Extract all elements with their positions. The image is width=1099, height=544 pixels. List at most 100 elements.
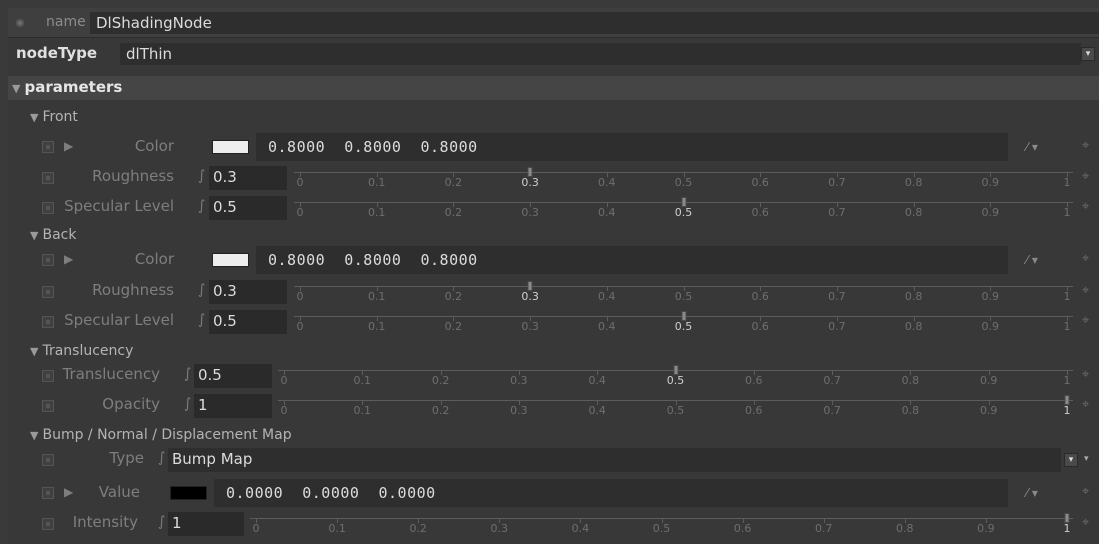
expand-icon[interactable]: ▶	[64, 485, 73, 499]
pin-icon[interactable]: ⌖	[1082, 138, 1089, 153]
name-field[interactable]: DlShadingNode	[90, 12, 1099, 34]
pin-icon[interactable]: ⌖	[1082, 397, 1089, 412]
front-specular-slider[interactable]: 0 0.1 0.2 0.3 0.4 0.5 0.6 0.7 0.8 0.9 1	[294, 197, 1073, 220]
expression-icon[interactable]: ∫	[184, 366, 191, 382]
pin-icon[interactable]: ⌖	[1082, 515, 1089, 530]
color-picker-icon[interactable]: ⁄ ▾	[1026, 486, 1038, 500]
front-specular-checkbox[interactable]	[42, 202, 54, 214]
slider-tick-label: 0.5	[652, 522, 671, 535]
back-roughness-field[interactable]: 0.3	[209, 280, 287, 304]
chevron-down-icon[interactable]: ▾	[1084, 454, 1089, 464]
bump-value-swatch[interactable]	[170, 486, 207, 500]
opacity-row: Opacity ∫ 1 0 0.1 0.2 0.3 0.4 0.5 0.6 0.7 0.8 0.9…	[8, 392, 1099, 420]
front-color-swatch[interactable]	[212, 140, 249, 154]
expand-icon[interactable]: ▶	[64, 139, 73, 153]
translucency-checkbox[interactable]	[42, 370, 54, 382]
expression-icon[interactable]: ∫	[184, 396, 191, 412]
nodetype-row: nodeType dlThin ▾	[8, 40, 1099, 68]
slider-tick-label: 0.1	[353, 404, 372, 417]
slider-handle[interactable]	[527, 167, 533, 177]
back-roughness-checkbox[interactable]	[42, 286, 54, 298]
slider-handle[interactable]	[1064, 513, 1070, 523]
front-roughness-field[interactable]: 0.3	[209, 166, 287, 190]
bump-value-checkbox[interactable]	[42, 487, 54, 499]
slider-tick-label: 0.7	[823, 374, 841, 387]
front-roughness-label: Roughness	[92, 167, 174, 185]
nodetype-field[interactable]: dlThin	[120, 43, 1081, 65]
bump-type-select[interactable]: Bump Map	[168, 448, 1061, 472]
slider-tick-label: 0.9	[981, 176, 1000, 189]
section-back[interactable]: ▼ Back	[8, 226, 1099, 246]
slider-tick-label: 0.9	[979, 374, 998, 387]
front-roughness-checkbox[interactable]	[42, 172, 54, 184]
slider-tick-label: 0.2	[444, 320, 463, 333]
slider-tick-label: 0.5	[666, 374, 685, 387]
section-translucency[interactable]: ▼ Translucency	[8, 342, 1099, 362]
slider-handle[interactable]	[681, 311, 686, 321]
bump-intensity-slider[interactable]: 0 0.1 0.2 0.3 0.4 0.5 0.6 0.7 0.8 0.9 1	[250, 513, 1073, 536]
back-specular-field[interactable]: 0.5	[209, 310, 287, 334]
opacity-field[interactable]: 1	[194, 394, 272, 418]
color-picker-icon[interactable]: ⁄ ▾	[1026, 253, 1038, 267]
slider-tick-label: 0.3	[521, 176, 539, 189]
expression-icon[interactable]: ∫	[198, 282, 205, 298]
translucency-field[interactable]: 0.5	[194, 364, 272, 388]
pin-icon[interactable]: ⌖	[1082, 313, 1089, 328]
expression-icon[interactable]: ∫	[198, 168, 205, 184]
slider-tick-label: 0.7	[828, 206, 846, 219]
front-color-label: Color	[134, 137, 174, 155]
slider-tick-label: 1	[1063, 374, 1071, 387]
node-status-icon	[16, 19, 24, 27]
bump-value-field[interactable]: 0.0000 0.0000 0.0000	[214, 479, 1008, 507]
slider-tick-label: 0.6	[751, 206, 769, 219]
section-front-label: Front	[42, 109, 78, 125]
section-bump[interactable]: ▼ Bump / Normal / Displacement Map	[8, 426, 1099, 446]
slider-handle[interactable]	[681, 197, 686, 207]
back-specular-checkbox[interactable]	[42, 316, 54, 328]
slider-tick-label: 0.2	[431, 404, 450, 417]
nodetype-dropdown-button[interactable]: ▾	[1081, 47, 1095, 61]
slider-handle[interactable]	[673, 365, 678, 375]
slider-handle[interactable]	[527, 281, 533, 291]
pin-icon[interactable]: ⌖	[1082, 484, 1089, 499]
expand-icon[interactable]: ▶	[64, 252, 73, 266]
bump-type-checkbox[interactable]	[42, 454, 54, 466]
front-roughness-slider[interactable]: 0 0.1 0.2 0.3 0.4 0.5 0.6 0.7 0.8 0.9 1	[294, 167, 1073, 190]
pin-icon[interactable]: ⌖	[1082, 283, 1089, 298]
back-specular-label: Specular Level	[64, 311, 174, 329]
front-color-checkbox[interactable]	[42, 141, 54, 153]
opacity-checkbox[interactable]	[42, 400, 54, 412]
back-specular-slider[interactable]: 0 0.1 0.2 0.3 0.4 0.5 0.6 0.7 0.8 0.9 1	[294, 311, 1073, 334]
translucency-slider[interactable]: 0 0.1 0.2 0.3 0.4 0.5 0.6 0.7 0.8 0.9 1	[278, 365, 1073, 388]
section-translucency-label: Translucency	[42, 343, 134, 359]
parameters-header[interactable]: ▼ parameters	[8, 76, 1099, 100]
pin-icon[interactable]: ⌖	[1082, 199, 1089, 214]
slider-tick-label: 0.4	[571, 522, 590, 535]
slider-tick-label: 0.8	[904, 290, 923, 303]
section-front[interactable]: ▼ Front	[8, 108, 1099, 128]
slider-tick-label: 0.5	[674, 290, 693, 303]
opacity-slider[interactable]: 0 0.1 0.2 0.3 0.4 0.5 0.6 0.7 0.8 0.9 1	[278, 395, 1073, 418]
bump-type-dropdown-button[interactable]: ▾	[1064, 453, 1078, 467]
back-color-checkbox[interactable]	[42, 254, 54, 266]
color-picker-icon[interactable]: ⁄ ▾	[1026, 140, 1038, 154]
back-color-field[interactable]: 0.8000 0.8000 0.8000	[256, 246, 1008, 274]
pin-icon[interactable]: ⌖	[1082, 251, 1089, 266]
expression-icon[interactable]: ∫	[198, 198, 205, 214]
slider-tick-label: 1	[1063, 206, 1071, 219]
pin-icon[interactable]: ⌖	[1082, 169, 1089, 184]
slider-handle[interactable]	[1064, 395, 1070, 405]
back-roughness-slider[interactable]: 0 0.1 0.2 0.3 0.4 0.5 0.6 0.7 0.8 0.9 1	[294, 281, 1073, 304]
bump-value-label: Value	[98, 483, 140, 501]
pin-icon[interactable]: ⌖	[1082, 367, 1089, 382]
expression-icon[interactable]: ∫	[158, 450, 165, 466]
slider-tick-label: 0.3	[490, 522, 509, 535]
front-specular-field[interactable]: 0.5	[209, 196, 287, 220]
expression-icon[interactable]: ∫	[198, 312, 205, 328]
back-color-swatch[interactable]	[212, 253, 249, 267]
collapse-icon: ▼	[12, 82, 21, 95]
slider-tick-label: 0	[296, 206, 304, 219]
bump-intensity-field[interactable]: 1	[168, 512, 244, 536]
expression-icon[interactable]: ∫	[158, 514, 165, 530]
front-color-field[interactable]: 0.8000 0.8000 0.8000	[256, 133, 1008, 161]
